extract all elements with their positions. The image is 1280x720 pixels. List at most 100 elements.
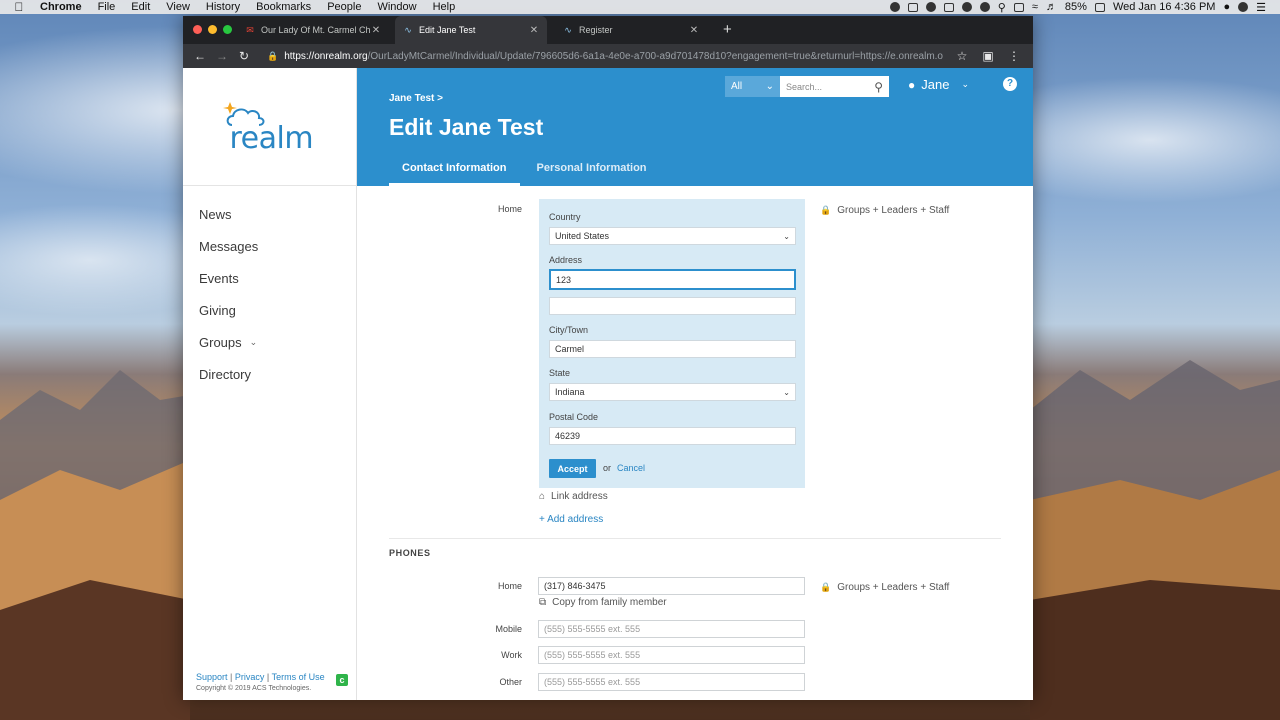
menu-bookmarks[interactable]: Bookmarks [248, 0, 319, 14]
city-label: City/Town [549, 325, 589, 335]
close-tab-icon[interactable]: ✕ [529, 25, 539, 36]
other-phone-input[interactable]: (555) 555-5555 ext. 555 [538, 673, 805, 691]
tab-personal-information[interactable]: Personal Information [524, 156, 660, 186]
user-menu[interactable]: ● Jane ⌄ [908, 77, 969, 92]
realm-logo[interactable]: realm [220, 99, 320, 156]
menu-window[interactable]: Window [369, 0, 424, 14]
menubar-clock[interactable]: Wed Jan 16 4:36 PM [1113, 1, 1216, 13]
menu-people[interactable]: People [319, 0, 369, 14]
cancel-link[interactable]: Cancel [617, 463, 645, 473]
volume-icon[interactable]: ♬ [1046, 1, 1057, 13]
menu-app-chrome[interactable]: Chrome [32, 0, 90, 14]
add-address-link[interactable]: + Add address [539, 514, 603, 525]
menubar-status-area: ⚲ ≈ ♬ 85% Wed Jan 16 4:36 PM ● ☰ [889, 1, 1280, 14]
mobile-phone-input[interactable]: (555) 555-5555 ext. 555 [538, 620, 805, 638]
wifi-icon[interactable]: ≈ [1032, 1, 1038, 13]
desktop-mountains-left [0, 370, 190, 720]
status-icon-cloud[interactable] [961, 2, 972, 12]
close-window-button[interactable] [193, 25, 202, 34]
minimize-window-button[interactable] [208, 25, 217, 34]
sidebar-item-news[interactable]: News [183, 198, 356, 230]
search-input[interactable]: Search... ⚲ [780, 76, 889, 97]
browser-tab-gmail[interactable]: ✉ Our Lady Of Mt. Carmel Church ✕ [237, 16, 389, 44]
help-icon[interactable]: ? [1003, 77, 1017, 91]
postal-code-input[interactable]: 46239 [549, 427, 796, 445]
url-host: https://onrealm.org [284, 50, 368, 62]
address-line1-input[interactable]: 123 [549, 269, 796, 290]
siri-icon[interactable] [1238, 2, 1249, 12]
user-name: Jane [921, 77, 950, 92]
menu-view[interactable]: View [158, 0, 198, 14]
time-machine-icon[interactable] [979, 2, 990, 12]
menu-edit[interactable]: Edit [123, 0, 158, 14]
phones-section-title: PHONES [389, 548, 431, 558]
copy-icon: ⧉ [539, 597, 547, 608]
state-select[interactable]: Indiana ⌄ [549, 383, 796, 401]
address-edit-panel: Country United States ⌄ Address 123 City… [539, 199, 805, 488]
status-icon-display[interactable] [943, 2, 954, 12]
global-search: All ⌄ Search... ⚲ [725, 76, 889, 97]
sidebar-item-messages[interactable]: Messages [183, 230, 356, 262]
status-icon-record[interactable] [889, 2, 900, 12]
battery-percent[interactable]: 85% [1065, 1, 1087, 13]
apple-icon[interactable]:  [6, 0, 32, 14]
close-tab-icon[interactable]: ✕ [371, 25, 381, 36]
search-scope-select[interactable]: All ⌄ [725, 76, 780, 97]
copy-from-family-button[interactable]: ⧉ Copy from family member [539, 597, 667, 608]
home-phone-input[interactable]: (317) 846-3475 [538, 577, 805, 595]
profile-tabs: Contact Information Personal Information [389, 156, 664, 186]
status-icon-sync[interactable] [925, 2, 936, 12]
country-select[interactable]: United States ⌄ [549, 227, 796, 245]
postal-code-label: Postal Code [549, 412, 599, 422]
terms-link[interactable]: Terms of Use [272, 672, 325, 682]
tab-contact-information[interactable]: Contact Information [389, 156, 520, 186]
section-divider [389, 538, 1001, 539]
forward-arrow-icon[interactable]: → [211, 49, 233, 63]
notification-center-icon[interactable]: ☰ [1256, 1, 1266, 14]
sidebar-item-groups[interactable]: Groups ⌄ [183, 326, 356, 358]
zoom-window-button[interactable] [223, 25, 232, 34]
realm-icon: ∿ [404, 24, 412, 35]
search-icon[interactable]: ⚲ [874, 80, 883, 94]
window-controls [183, 25, 242, 34]
new-tab-button[interactable]: + [723, 22, 732, 37]
close-tab-icon[interactable]: ✕ [689, 25, 699, 36]
sidebar-nav: News Messages Events Giving Groups ⌄ Dire… [183, 186, 356, 390]
lock-icon: 🔒 [820, 205, 832, 215]
sidebar-item-directory[interactable]: Directory [183, 358, 356, 390]
lock-icon[interactable]: 🔒 [267, 51, 278, 62]
extension-icon[interactable]: ▣ [975, 49, 1001, 63]
link-address-button[interactable]: ⌂ Link address [539, 491, 608, 502]
sidebar-item-giving[interactable]: Giving [183, 294, 356, 326]
status-icon-shield[interactable] [907, 2, 918, 12]
work-phone-input[interactable]: (555) 555-5555 ext. 555 [538, 646, 805, 664]
address-privacy-setting[interactable]: 🔒 Groups + Leaders + Staff [820, 205, 949, 216]
reload-icon[interactable]: ↻ [233, 49, 255, 63]
back-arrow-icon[interactable]: ← [189, 49, 211, 63]
phone-privacy-setting[interactable]: 🔒 Groups + Leaders + Staff [820, 582, 949, 593]
home-icon: ⌂ [539, 491, 546, 502]
city-input[interactable]: Carmel [549, 340, 796, 358]
address-line2-input[interactable] [549, 297, 796, 315]
bookmark-star-icon[interactable]: ☆ [949, 49, 975, 63]
chevron-down-icon: ⌄ [249, 336, 258, 347]
privacy-link[interactable]: Privacy [235, 672, 265, 682]
breadcrumb[interactable]: Jane Test > [389, 93, 443, 104]
menu-history[interactable]: History [198, 0, 248, 14]
airplay-icon[interactable] [1013, 2, 1024, 12]
sidebar-item-events[interactable]: Events [183, 262, 356, 294]
support-link[interactable]: Support [196, 672, 228, 682]
accept-button[interactable]: Accept [549, 459, 596, 478]
menu-file[interactable]: File [90, 0, 124, 14]
user-switch-icon[interactable]: ● [1223, 1, 1230, 13]
spotlight-icon[interactable]: ⚲ [998, 1, 1006, 14]
browser-tab-edit-jane-test[interactable]: ∿ Edit Jane Test ✕ [395, 16, 547, 44]
menu-kebab-icon[interactable]: ⋮ [1001, 49, 1027, 63]
battery-icon [1094, 2, 1105, 12]
acs-badge-icon[interactable]: c [336, 674, 348, 686]
browser-tab-register[interactable]: ∿ Register ✕ [555, 16, 707, 44]
realm-icon: ∿ [564, 24, 572, 35]
menu-help[interactable]: Help [425, 0, 464, 14]
address-bar[interactable]: 🔒 https://onrealm.org/OurLadyMtCarmel/In… [261, 46, 943, 66]
country-label: Country [549, 212, 581, 222]
